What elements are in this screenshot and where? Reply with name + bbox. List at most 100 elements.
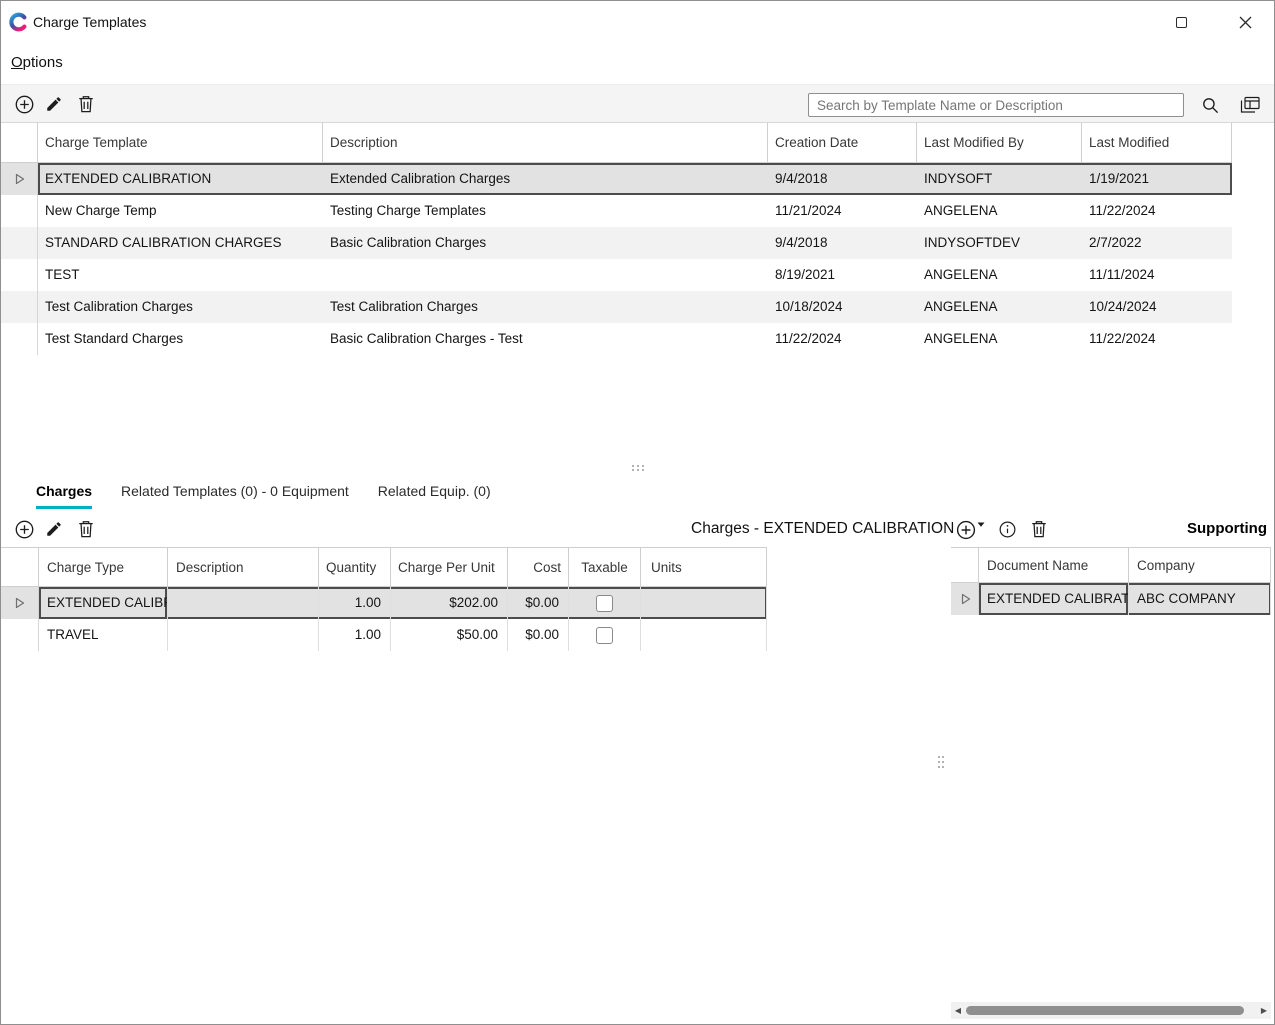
scroll-left-arrow-icon[interactable]: ◀ — [951, 1002, 965, 1019]
detail-tabs: Charges Related Templates (0) - 0 Equipm… — [1, 479, 1274, 509]
column-header-last-modified[interactable]: Last Modified — [1082, 123, 1232, 163]
cell-description — [168, 587, 319, 619]
column-header-document-name[interactable]: Document Name — [979, 547, 1129, 583]
cell-document-name: EXTENDED CALIBRATI — [979, 583, 1129, 615]
charges-toolbar: Charges - EXTENDED CALIBRATION Supportin… — [1, 511, 1274, 547]
column-header-charge-per-unit[interactable]: Charge Per Unit — [391, 547, 508, 587]
taxable-checkbox[interactable] — [596, 627, 613, 644]
row-indicator — [1, 323, 38, 355]
add-charge-button[interactable] — [9, 513, 39, 545]
charge-row[interactable]: EXTENDED CALIBR 1.00 $202.00 $0.00 — [1, 587, 767, 619]
card-view-button[interactable] — [1235, 89, 1265, 121]
cell-creation-date: 9/4/2018 — [768, 227, 917, 259]
delete-template-button[interactable] — [71, 88, 101, 120]
row-indicator-icon — [961, 593, 971, 605]
column-header-taxable[interactable]: Taxable — [569, 547, 641, 587]
search-input[interactable] — [808, 93, 1184, 117]
cell-last-modified-by: INDYSOFT — [917, 163, 1082, 195]
cell-quantity: 1.00 — [319, 619, 391, 651]
maximize-button[interactable] — [1165, 8, 1197, 36]
cell-charge-per-unit: $50.00 — [391, 619, 508, 651]
column-header-last-modified-by[interactable]: Last Modified By — [917, 123, 1082, 163]
template-row[interactable]: STANDARD CALIBRATION CHARGES Basic Calib… — [1, 227, 1232, 259]
row-indicator — [951, 583, 979, 615]
cell-creation-date: 10/18/2024 — [768, 291, 917, 323]
vertical-splitter[interactable] — [933, 547, 949, 999]
cell-quantity: 1.00 — [319, 587, 391, 619]
column-header-company[interactable]: Company — [1129, 547, 1271, 583]
tab-related-templates[interactable]: Related Templates (0) - 0 Equipment — [121, 479, 349, 509]
template-row[interactable]: Test Standard Charges Basic Calibration … — [1, 323, 1232, 355]
cell-creation-date: 11/21/2024 — [768, 195, 917, 227]
cell-charge-type: TRAVEL — [39, 619, 168, 651]
column-header-quantity[interactable]: Quantity — [319, 547, 391, 587]
template-row[interactable]: EXTENDED CALIBRATION Extended Calibratio… — [1, 163, 1232, 195]
cell-last-modified-by: INDYSOFTDEV — [917, 227, 1082, 259]
scrollbar-thumb[interactable] — [966, 1006, 1244, 1015]
column-header-indicator — [1, 547, 39, 587]
edit-charge-button[interactable] — [39, 513, 69, 545]
delete-document-button[interactable] — [1024, 513, 1054, 545]
splitter-grip-icon — [631, 464, 645, 472]
window-title: Charge Templates — [33, 14, 146, 30]
template-row[interactable]: Test Calibration Charges Test Calibratio… — [1, 291, 1232, 323]
close-button[interactable] — [1229, 8, 1261, 36]
tab-charges[interactable]: Charges — [36, 479, 92, 509]
cell-last-modified: 11/22/2024 — [1082, 323, 1232, 355]
delete-charge-button[interactable] — [71, 513, 101, 545]
supporting-grid-header: Document Name Company — [951, 547, 1271, 583]
templates-grid-header: Charge Template Description Creation Dat… — [1, 123, 1232, 163]
column-header-charge-type[interactable]: Charge Type — [39, 547, 168, 587]
cell-company: ABC COMPANY — [1129, 583, 1271, 615]
column-header-description[interactable]: Description — [168, 547, 319, 587]
taxable-checkbox[interactable] — [596, 595, 613, 612]
cell-last-modified-by: ANGELENA — [917, 195, 1082, 227]
add-dropdown-icon — [955, 517, 987, 541]
cell-charge-template: TEST — [38, 259, 323, 291]
add-template-button[interactable] — [9, 88, 39, 120]
column-header-cost[interactable]: Cost — [508, 547, 569, 587]
cell-description: Extended Calibration Charges — [323, 163, 768, 195]
column-header-units[interactable]: Units — [641, 547, 767, 587]
cell-cost: $0.00 — [508, 587, 569, 619]
trash-icon — [1030, 519, 1048, 539]
search-icon — [1201, 96, 1220, 115]
scroll-right-arrow-icon[interactable]: ▶ — [1257, 1002, 1271, 1019]
row-indicator — [1, 227, 38, 259]
template-row[interactable]: New Charge Temp Testing Charge Templates… — [1, 195, 1232, 227]
edit-template-button[interactable] — [39, 88, 69, 120]
search-button[interactable] — [1195, 89, 1225, 121]
row-indicator-icon — [15, 597, 25, 609]
cell-charge-per-unit: $202.00 — [391, 587, 508, 619]
horizontal-scrollbar[interactable]: ◀ ▶ — [951, 1002, 1271, 1019]
cell-last-modified: 10/24/2024 — [1082, 291, 1232, 323]
templates-grid: Charge Template Description Creation Dat… — [1, 123, 1232, 355]
info-icon — [998, 520, 1017, 539]
column-header-charge-template[interactable]: Charge Template — [38, 123, 323, 163]
document-row[interactable]: EXTENDED CALIBRATI ABC COMPANY — [951, 583, 1271, 615]
row-indicator — [1, 587, 39, 619]
horizontal-splitter[interactable] — [1, 459, 1274, 477]
menu-options[interactable]: Options — [11, 54, 63, 71]
tab-related-equip[interactable]: Related Equip. (0) — [378, 479, 491, 509]
column-header-indicator — [1, 123, 38, 163]
cell-last-modified-by: ANGELENA — [917, 323, 1082, 355]
charge-row[interactable]: TRAVEL 1.00 $50.00 $0.00 — [1, 619, 767, 651]
edit-icon — [45, 520, 63, 538]
add-document-button[interactable] — [954, 513, 988, 545]
cell-units — [641, 587, 767, 619]
column-header-creation-date[interactable]: Creation Date — [768, 123, 917, 163]
template-row[interactable]: TEST 8/19/2021 ANGELENA 11/11/2024 — [1, 259, 1232, 291]
cell-charge-type: EXTENDED CALIBR — [39, 587, 168, 619]
cell-last-modified: 11/22/2024 — [1082, 195, 1232, 227]
row-indicator — [1, 291, 38, 323]
cell-charge-template: STANDARD CALIBRATION CHARGES — [38, 227, 323, 259]
app-logo-icon — [9, 12, 29, 32]
column-header-description[interactable]: Description — [323, 123, 768, 163]
trash-icon — [77, 519, 95, 539]
row-indicator — [1, 259, 38, 291]
cell-creation-date: 8/19/2021 — [768, 259, 917, 291]
document-info-button[interactable] — [992, 513, 1022, 545]
row-indicator-icon — [15, 173, 25, 185]
cell-creation-date: 11/22/2024 — [768, 323, 917, 355]
